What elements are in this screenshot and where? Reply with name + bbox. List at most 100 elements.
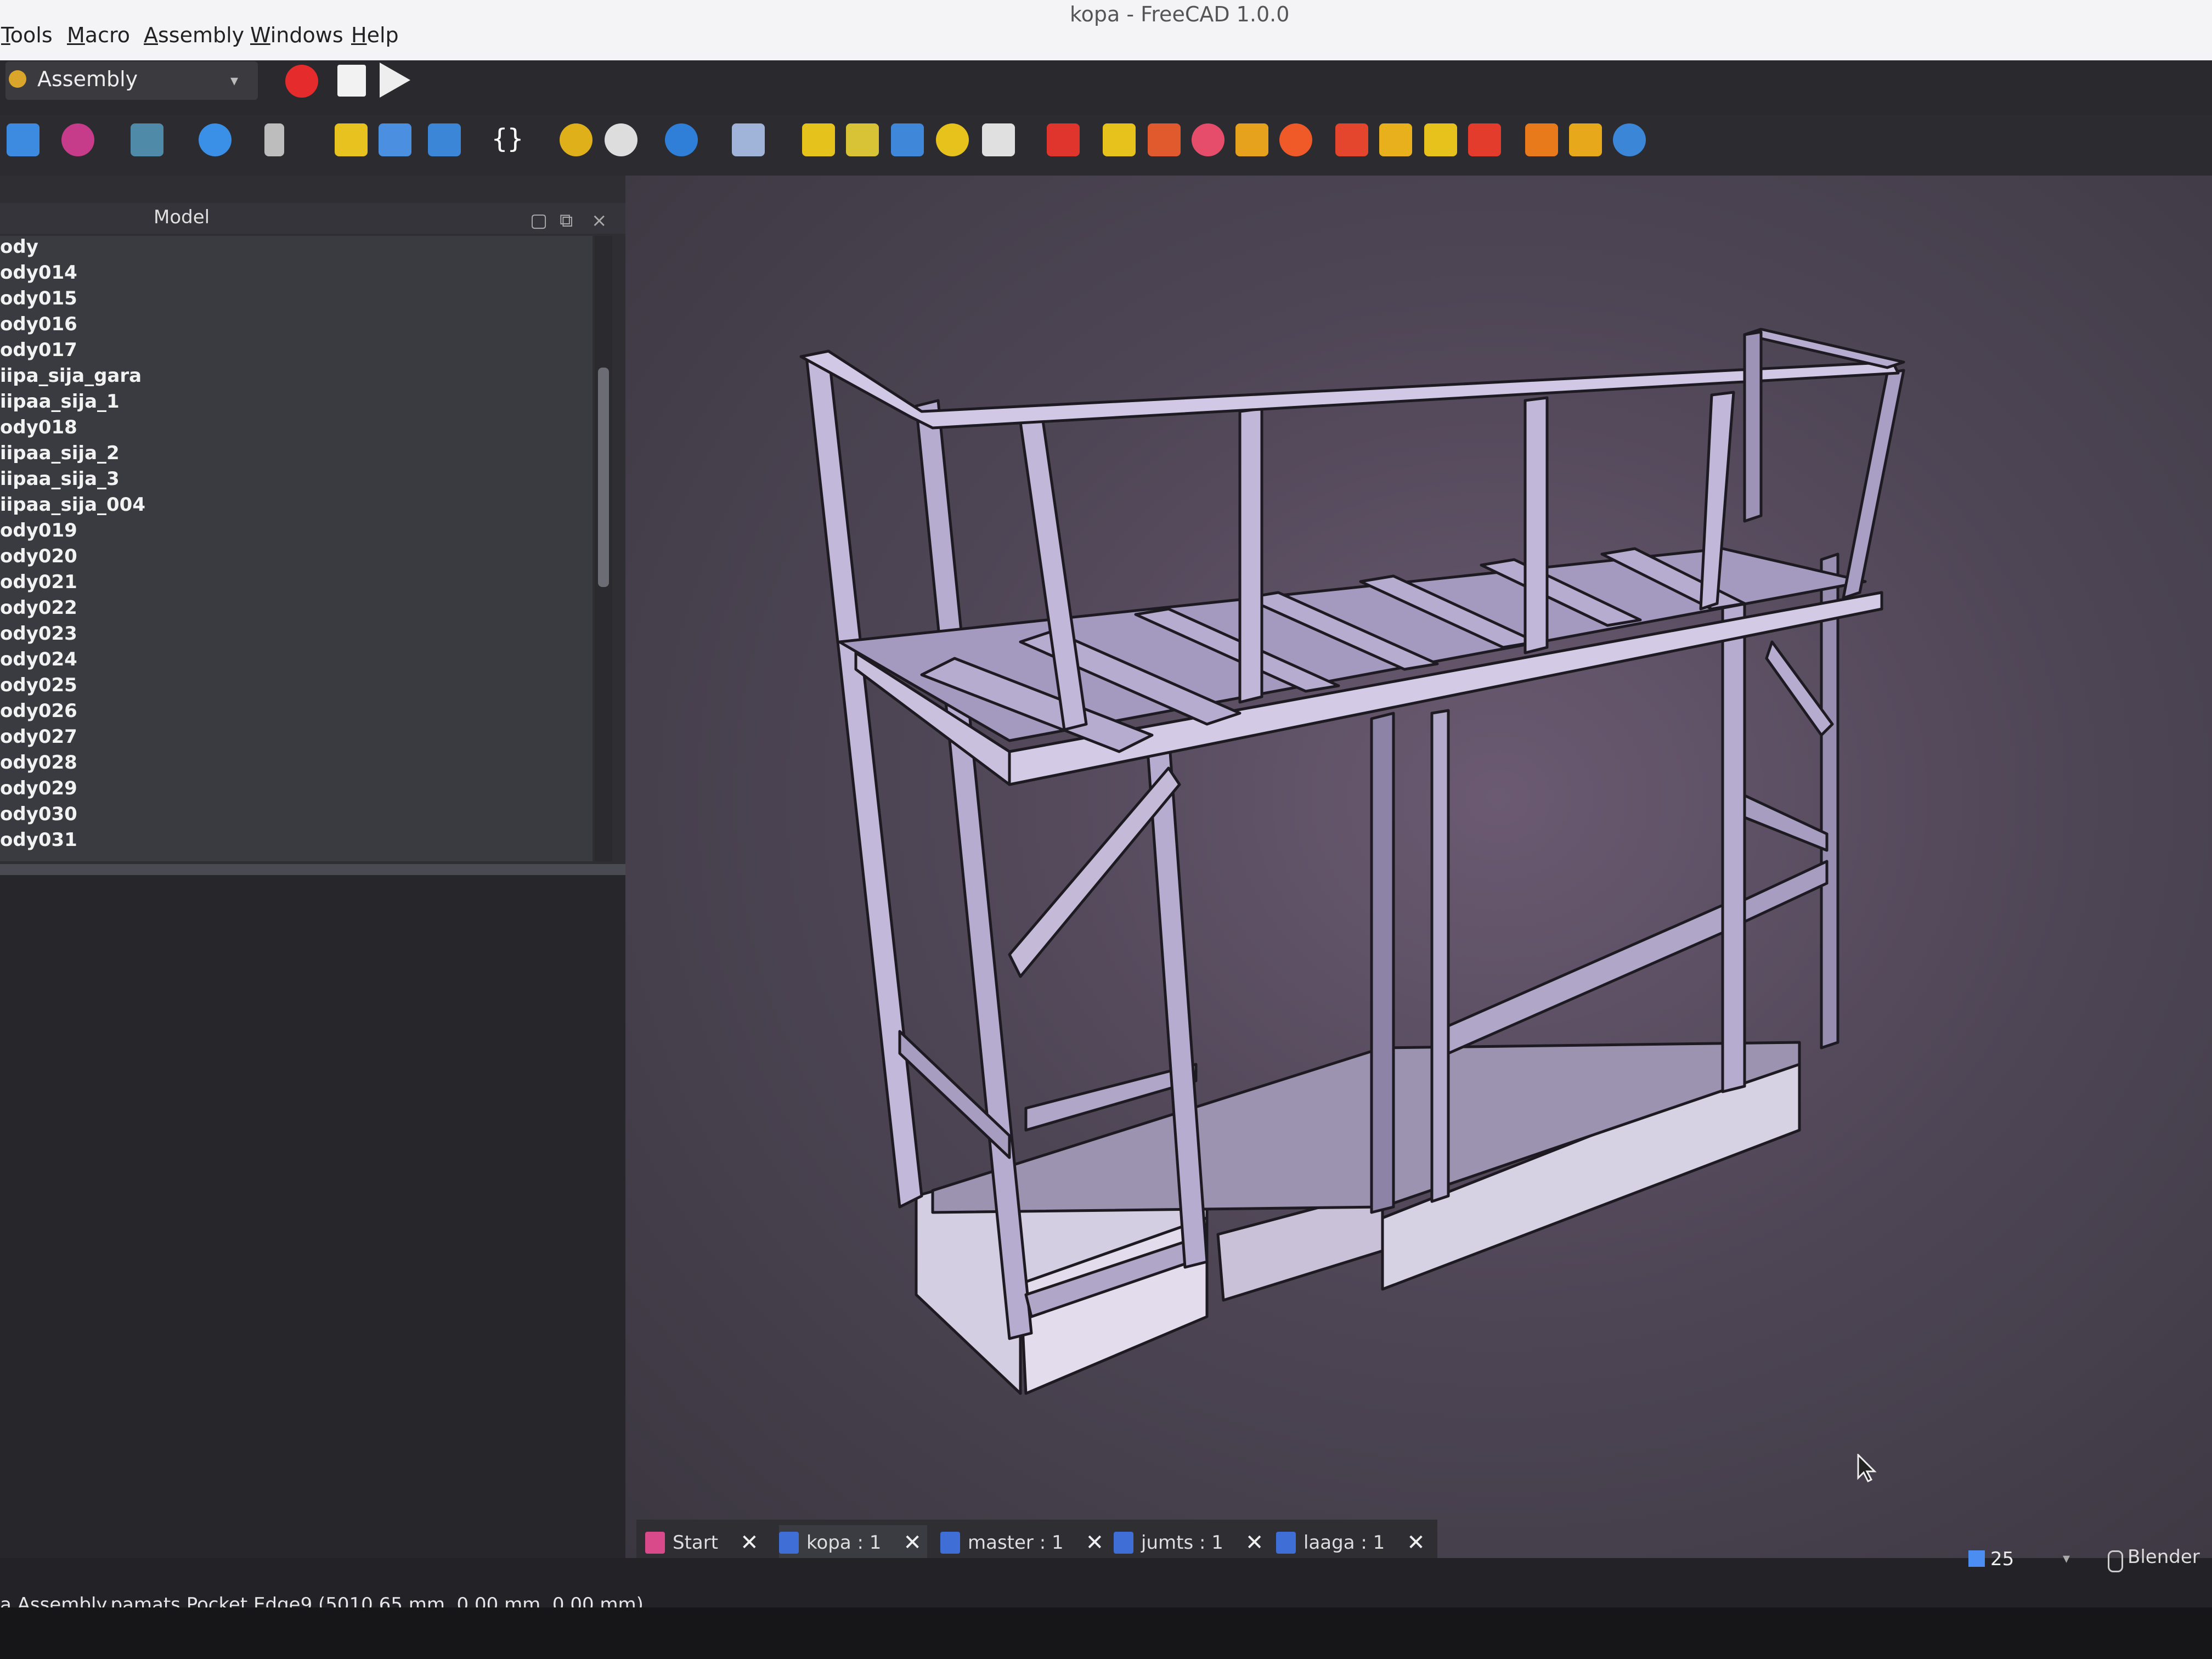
- workbench-toolbar: [0, 60, 2212, 115]
- close-icon[interactable]: ✕: [903, 1530, 922, 1555]
- move-component-icon[interactable]: [846, 123, 879, 156]
- joint-cylindrical-icon[interactable]: [1192, 123, 1224, 156]
- close-icon[interactable]: ✕: [740, 1530, 759, 1555]
- joint-distance-icon[interactable]: [1335, 123, 1368, 156]
- tree-item[interactable]: ody026: [0, 700, 77, 722]
- top-rail: [799, 349, 1900, 430]
- close-icon[interactable]: ✕: [1245, 1530, 1264, 1555]
- macro-braces-icon[interactable]: {}: [491, 123, 524, 156]
- tree-item[interactable]: iipaa_sija_004: [0, 494, 145, 516]
- document-icon: [1114, 1532, 1133, 1554]
- rail-post: [1523, 396, 1549, 654]
- close-icon[interactable]: ✕: [1086, 1530, 1104, 1555]
- simulation-icon[interactable]: [1613, 123, 1646, 156]
- rail-post: [1238, 407, 1263, 704]
- right-rail-mid: [1743, 794, 1829, 852]
- tree-item[interactable]: ody016: [0, 313, 77, 335]
- tree-item[interactable]: ody025: [0, 674, 77, 696]
- tree-item[interactable]: ody030: [0, 803, 77, 825]
- 3d-viewport[interactable]: [625, 176, 2212, 1558]
- tree-item[interactable]: iipaa_sija_3: [0, 468, 120, 490]
- tab-laaga[interactable]: laaga : 1 ✕: [1276, 1525, 1425, 1560]
- tab-master[interactable]: master : 1 ✕: [940, 1525, 1104, 1560]
- tab-label: kopa : 1: [806, 1532, 882, 1554]
- tab-start[interactable]: Start ✕: [645, 1525, 759, 1560]
- spreadsheet-icon[interactable]: [982, 123, 1015, 156]
- menu-macro[interactable]: Macro: [67, 23, 130, 47]
- macro-run-button[interactable]: [380, 63, 410, 98]
- model-tree[interactable]: ody ody014 ody015 ody016 ody017 iipa_sij…: [0, 236, 592, 861]
- measure-icon[interactable]: [264, 123, 284, 156]
- gear-joint-icon[interactable]: [1525, 123, 1558, 156]
- tree-item[interactable]: ody017: [0, 339, 77, 361]
- menu-assembly[interactable]: Assembly: [144, 23, 244, 47]
- close-icon[interactable]: ×: [591, 210, 607, 232]
- tree-item[interactable]: ody028: [0, 752, 77, 774]
- tree-item[interactable]: iipaa_sija_1: [0, 391, 120, 413]
- view-box-icon[interactable]: [131, 123, 163, 156]
- chevron-down-icon[interactable]: ▾: [2063, 1550, 2070, 1567]
- joint-parallel-icon[interactable]: [1379, 123, 1412, 156]
- panel-minimize-icon[interactable]: ▢: [530, 210, 548, 232]
- tree-item[interactable]: ody027: [0, 726, 77, 748]
- center-post-back: [1370, 712, 1395, 1214]
- tree-item[interactable]: ody023: [0, 623, 77, 645]
- bom-icon[interactable]: [891, 123, 924, 156]
- insert-component-icon[interactable]: [802, 123, 835, 156]
- units-icon: [1968, 1550, 1985, 1567]
- joint-fixed-icon[interactable]: [1103, 123, 1136, 156]
- tab-kopa[interactable]: kopa : 1 ✕: [779, 1525, 927, 1560]
- tree-item[interactable]: ody014: [0, 262, 77, 284]
- tree-scrollbar-thumb[interactable]: [598, 368, 609, 587]
- belt-joint-icon[interactable]: [1569, 123, 1602, 156]
- redo-icon[interactable]: [605, 123, 637, 156]
- joint-slider-icon[interactable]: [1235, 123, 1268, 156]
- tree-item[interactable]: ody029: [0, 777, 77, 799]
- joint-perpendicular-icon[interactable]: [1424, 123, 1457, 156]
- tree-item[interactable]: iipa_sija_gara: [0, 365, 142, 387]
- link-icon[interactable]: [428, 123, 461, 156]
- tree-item[interactable]: ody018: [0, 416, 77, 438]
- tree-item[interactable]: ody022: [0, 597, 77, 619]
- panel-float-icon[interactable]: ⧉: [560, 210, 573, 232]
- joint-revolute-icon[interactable]: [1148, 123, 1181, 156]
- tree-item[interactable]: iipaa_sija_2: [0, 442, 120, 464]
- draw-style-icon[interactable]: [61, 123, 94, 156]
- joint-angle-icon[interactable]: [1468, 123, 1501, 156]
- tree-item[interactable]: ody031: [0, 829, 77, 851]
- document-icon: [779, 1532, 799, 1554]
- lock-icon[interactable]: [1047, 123, 1080, 156]
- std-view-icon[interactable]: [7, 123, 40, 156]
- tab-label: master : 1: [968, 1532, 1064, 1554]
- tree-item[interactable]: ody015: [0, 287, 77, 309]
- macro-edit-button[interactable]: [337, 65, 366, 97]
- tree-item[interactable]: ody024: [0, 648, 77, 670]
- right-front-post: [1721, 585, 1746, 1093]
- undo-icon[interactable]: [560, 123, 592, 156]
- chevron-down-icon: ▾: [230, 71, 239, 89]
- refresh-icon[interactable]: [665, 123, 698, 156]
- navigation-style[interactable]: Blender: [2128, 1546, 2200, 1568]
- workbench-label: Assembly: [37, 67, 138, 91]
- panel-splitter[interactable]: [0, 864, 625, 875]
- macro-record-button[interactable]: [285, 65, 318, 98]
- part-icon[interactable]: [335, 123, 368, 156]
- close-icon[interactable]: ✕: [1407, 1530, 1425, 1555]
- joint-ball-icon[interactable]: [1279, 123, 1312, 156]
- zoom-icon[interactable]: [199, 123, 232, 156]
- freecad-icon: [645, 1532, 665, 1554]
- menu-help[interactable]: Help: [351, 23, 399, 47]
- group-icon[interactable]: [379, 123, 411, 156]
- units-value[interactable]: 25: [1990, 1548, 2014, 1570]
- explode-icon[interactable]: [936, 123, 969, 156]
- whats-this-icon[interactable]: [732, 123, 765, 156]
- menu-tools[interactable]: Tools: [1, 23, 53, 47]
- monitor-bezel: [0, 1607, 2212, 1659]
- menu-windows[interactable]: Windows: [250, 23, 343, 47]
- tree-item[interactable]: ody021: [0, 571, 77, 593]
- tree-item[interactable]: ody019: [0, 520, 77, 541]
- tree-item[interactable]: ody020: [0, 545, 77, 567]
- tree-item[interactable]: ody: [0, 236, 38, 258]
- mouse-cursor-icon: [1857, 1454, 1877, 1482]
- tab-jumts[interactable]: jumts : 1 ✕: [1114, 1525, 1263, 1560]
